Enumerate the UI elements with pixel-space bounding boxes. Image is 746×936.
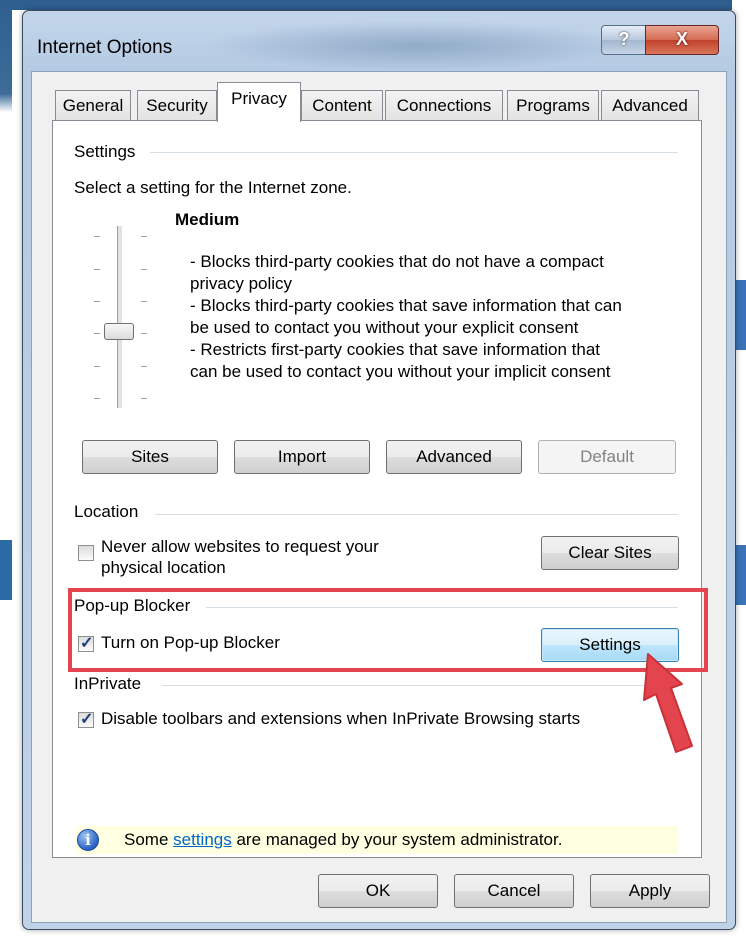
location-group-label: Location (74, 501, 147, 523)
settings-link[interactable]: settings (173, 830, 232, 849)
background-top (0, 0, 746, 10)
description-line: privacy policy (190, 274, 293, 293)
tab-general[interactable]: General (55, 90, 131, 120)
description-line: - Blocks third-party cookies that save i… (190, 296, 622, 315)
never-allow-location-label-2: physical location (101, 558, 226, 577)
settings-instruction: Select a setting for the Internet zone. (74, 178, 352, 197)
clear-sites-button[interactable]: Clear Sites (541, 536, 679, 570)
help-button[interactable]: ? (601, 25, 647, 55)
slider-thumb[interactable] (104, 323, 134, 340)
red-arrow-icon (643, 653, 693, 753)
never-allow-location-label-1: Never allow websites to request your (101, 537, 379, 556)
description-line: be used to contact you without your expl… (190, 318, 579, 337)
tab-content[interactable]: Content (301, 90, 383, 120)
sites-button[interactable]: Sites (82, 440, 218, 474)
inprivate-group-label: InPrivate (74, 673, 150, 695)
popup-blocker-highlight (68, 588, 708, 672)
slider-track[interactable] (117, 226, 123, 408)
cancel-button[interactable]: Cancel (454, 874, 574, 908)
admin-info-text: Some settings are managed by your system… (124, 829, 562, 851)
privacy-level-label: Medium (175, 210, 240, 229)
close-button[interactable]: X (645, 25, 719, 55)
info-text-before: Some (124, 830, 174, 849)
title-bar[interactable]: Internet Options ? X (23, 11, 735, 77)
disable-toolbars-checkbox[interactable] (78, 709, 94, 729)
tab-programs[interactable]: Programs (507, 90, 599, 120)
tab-privacy[interactable]: Privacy (217, 82, 301, 122)
privacy-tab-panel (52, 120, 702, 858)
tab-security[interactable]: Security (137, 90, 217, 120)
ok-button[interactable]: OK (318, 874, 438, 908)
description-line: - Blocks third-party cookies that do not… (190, 252, 604, 271)
advanced-button[interactable]: Advanced (386, 440, 522, 474)
window-title: Internet Options (37, 37, 173, 58)
description-line: can be used to contact you without your … (190, 362, 611, 381)
info-text-after: are managed by your system administrator… (231, 830, 563, 849)
tab-connections[interactable]: Connections (385, 90, 503, 120)
background-left (0, 0, 12, 936)
never-allow-location-checkbox[interactable] (78, 545, 94, 561)
apply-button[interactable]: Apply (590, 874, 710, 908)
disable-toolbars-label: Disable toolbars and extensions when InP… (101, 709, 581, 728)
info-icon: i (77, 829, 99, 851)
import-button[interactable]: Import (234, 440, 370, 474)
settings-group-label: Settings (74, 141, 144, 163)
description-line: - Restricts first-party cookies that sav… (190, 340, 601, 359)
default-button[interactable]: Default (538, 440, 676, 474)
tab-advanced[interactable]: Advanced (601, 90, 699, 120)
